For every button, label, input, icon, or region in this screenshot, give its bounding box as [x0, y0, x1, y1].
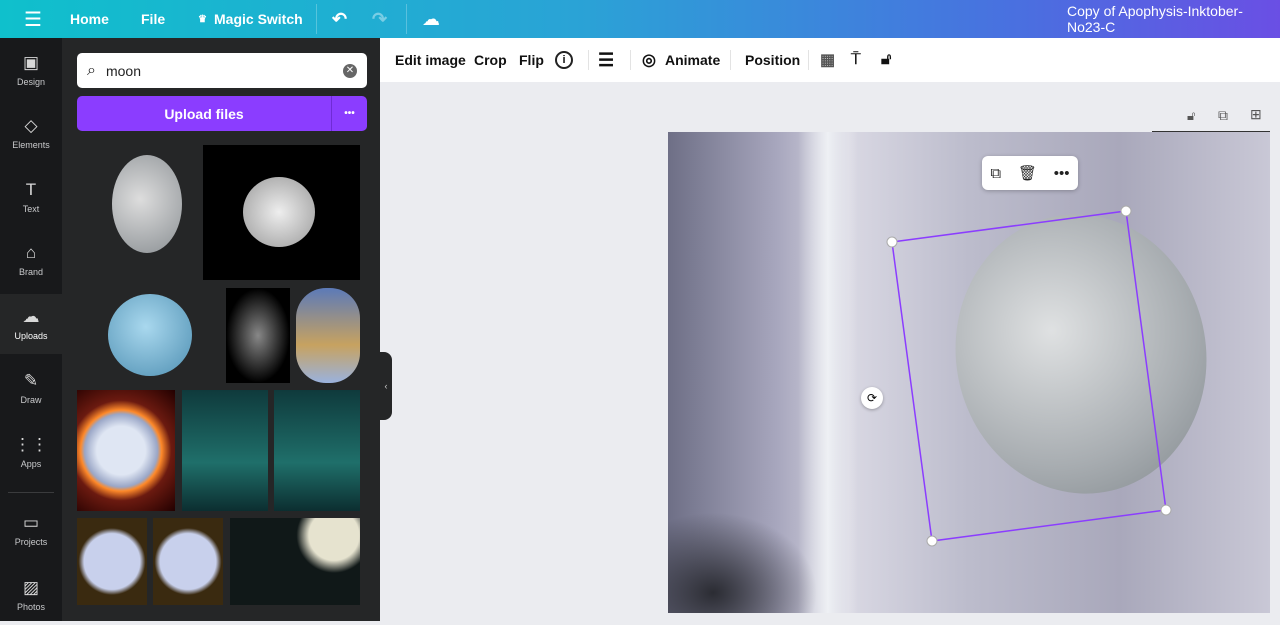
duplicate-icon[interactable]: ⧉ — [990, 165, 1001, 182]
selection-frame[interactable] — [0, 0, 1280, 621]
delete-icon[interactable]: 🗑︎ — [1018, 164, 1037, 182]
rotate-handle-icon[interactable]: ⟳ — [861, 387, 883, 409]
floating-toolbar: ⧉ 🗑︎ ••• — [982, 156, 1078, 190]
more-options-icon[interactable]: ••• — [1054, 165, 1070, 182]
